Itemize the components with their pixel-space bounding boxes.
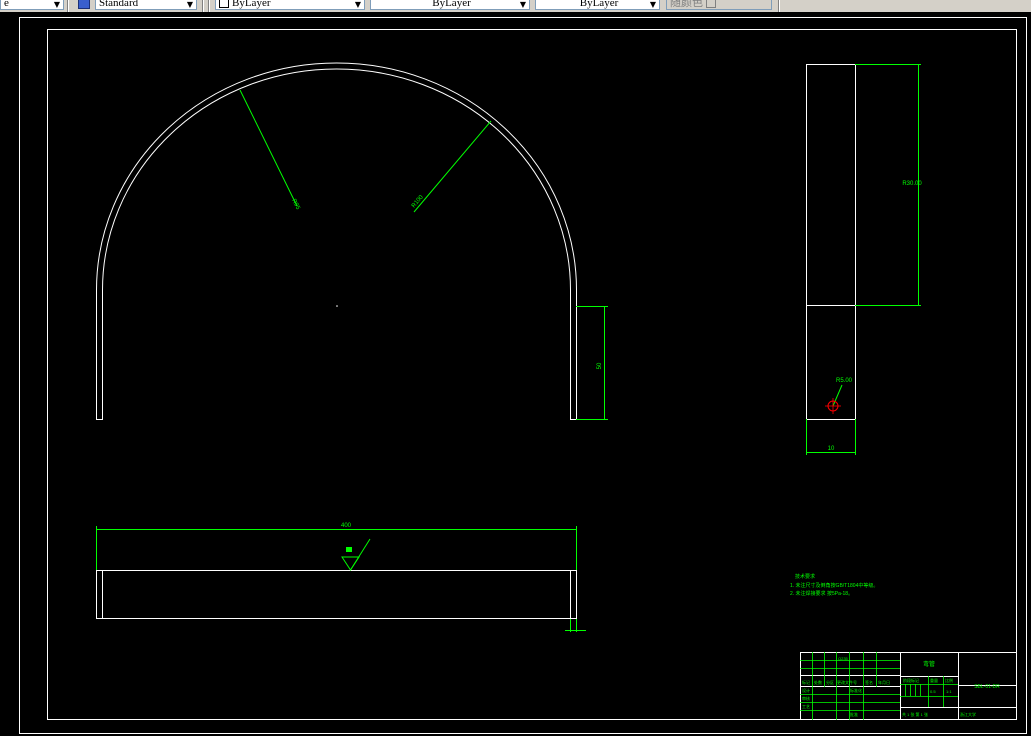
tb-label-scale: 比例: [945, 677, 953, 683]
leg-height-label: 50: [597, 362, 603, 369]
tb-label-craft: 工艺: [802, 704, 810, 709]
toolbar-separator: [778, 0, 780, 12]
tb-label-date: 年月日: [878, 679, 890, 685]
tb-label-design: 设计: [802, 687, 810, 693]
tb-weight-value: 0.5: [930, 689, 936, 694]
tb-label-standard: 标准化: [850, 687, 862, 693]
tb-label-count: 处数: [814, 679, 822, 685]
layer-color-dropdown[interactable]: ByLayer ▼: [215, 0, 365, 10]
tb-sheets: 共 1 张 第 1 张: [902, 711, 928, 717]
center-point: [336, 305, 338, 307]
tb-scale-value: 1:1: [946, 689, 952, 694]
tb-label-zone: 分区: [826, 679, 834, 685]
tb-label-signature: 签名: [865, 679, 873, 685]
chevron-down-icon: ▼: [354, 0, 361, 9]
text-style-dropdown[interactable]: Standard ▼: [95, 0, 197, 10]
chevron-down-icon: ▼: [649, 0, 656, 9]
tb-label-approve: 批准: [850, 711, 858, 717]
chevron-down-icon: ▼: [53, 0, 60, 9]
tb-label-check: 审核: [802, 695, 810, 701]
tb-label-mark: 标记: [802, 679, 810, 685]
chevron-down-icon: ▼: [519, 0, 526, 9]
toolbar-separator: [202, 0, 204, 12]
tb-label-weight: 重量: [930, 677, 938, 683]
notes-heading: 技术要求: [795, 573, 815, 580]
side-length-label: R30.00: [902, 181, 922, 187]
plotstyle-dropdown[interactable]: 随颜色: [666, 0, 772, 10]
tb-company: 浙江大学: [960, 711, 976, 717]
color-swatch-icon: [219, 0, 229, 9]
toolbar-partial-dropdown[interactable]: e ▼: [0, 0, 64, 10]
tb-part-name: 弯管: [923, 660, 935, 668]
overall-width-label: 400: [341, 523, 352, 529]
tb-material: Q235: [838, 656, 849, 661]
roughness-value-mark: [346, 547, 352, 552]
notes-line-2: 2. 未注焊接要求 按5Pa-18。: [790, 590, 853, 597]
hole-radius-label: R5.00: [836, 378, 853, 384]
text-style-icon[interactable]: [78, 0, 90, 9]
plotstyle-swatch-icon: [706, 0, 716, 9]
notes-line-1: 1. 未注尺寸及倒角按GB/T1804中等级。: [790, 582, 878, 589]
linetype-dropdown[interactable]: ByLayer ▼: [370, 0, 530, 10]
lineweight-dropdown[interactable]: ByLayer ▼: [535, 0, 660, 10]
toolbar-separator: [67, 0, 69, 12]
tb-label-stage: 阶段标记: [903, 677, 919, 683]
tb-label-change-doc: 更改文件号: [837, 679, 857, 685]
model-space-background: [0, 12, 1031, 736]
tb-drawing-no: SBL-01-DR: [974, 684, 1000, 690]
chevron-down-icon: ▼: [186, 0, 193, 9]
side-width-label: 10: [828, 446, 835, 452]
toolbar-separator: [208, 0, 210, 12]
drawing-canvas[interactable]: R95 R100 50 R30.00 10 R5.00 400 技术要求 1. …: [0, 12, 1031, 736]
